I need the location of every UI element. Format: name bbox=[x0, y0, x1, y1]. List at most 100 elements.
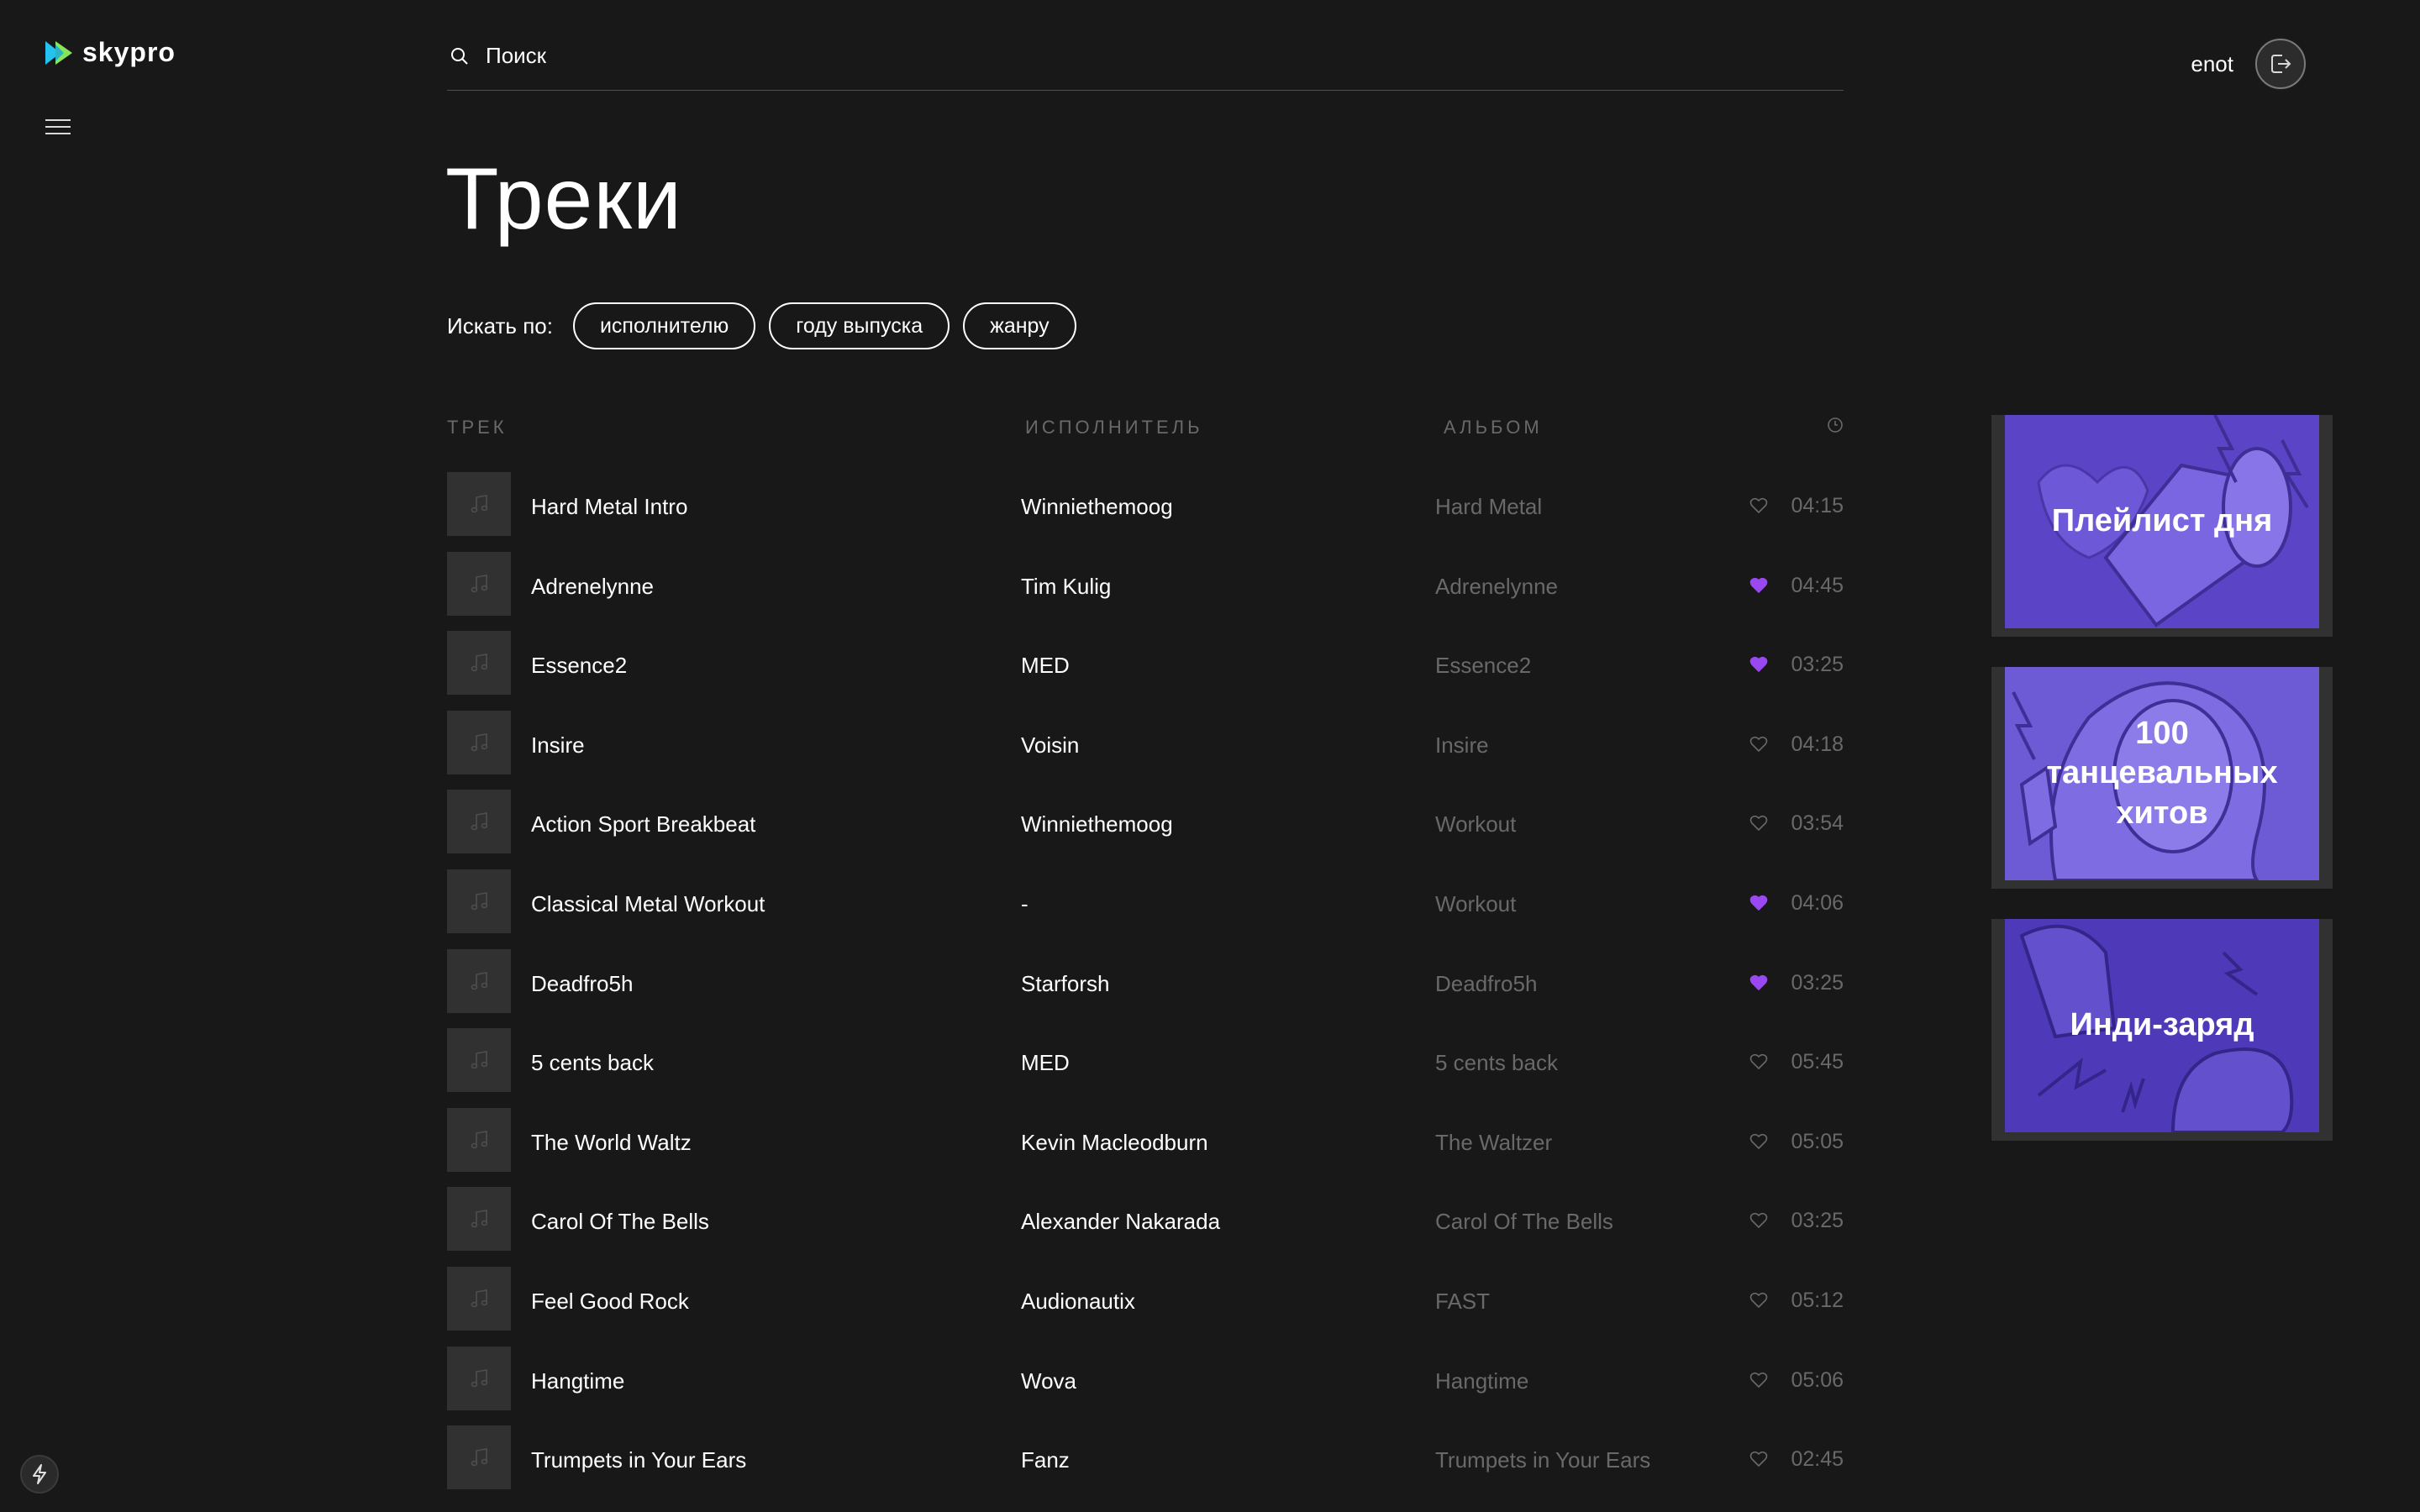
heart-icon[interactable] bbox=[1749, 736, 1768, 753]
track-artist[interactable]: Audionautix bbox=[1021, 1289, 1135, 1315]
filter-year-button[interactable]: году выпуска bbox=[769, 302, 950, 349]
track-duration: 02:45 bbox=[1791, 1447, 1844, 1472]
track-album[interactable]: Carol Of The Bells bbox=[1435, 1209, 1613, 1235]
track-row[interactable]: Carol Of The Bells Alexander Nakarada Caro… bbox=[447, 1180, 1844, 1260]
track-row[interactable]: Hangtime Wova Hangtime 05:06 bbox=[447, 1340, 1844, 1420]
track-album[interactable]: Essence2 bbox=[1435, 653, 1531, 679]
track-duration: 04:45 bbox=[1791, 573, 1844, 597]
track-artist[interactable]: Kevin Macleodburn bbox=[1021, 1130, 1208, 1156]
track-cover bbox=[447, 1266, 511, 1331]
track-album[interactable]: The Waltzer bbox=[1435, 1130, 1552, 1156]
track-row[interactable]: Deadfro5h Starforsh Deadfro5h 03:25 bbox=[447, 942, 1844, 1022]
music-note-icon bbox=[471, 1368, 488, 1387]
track-title[interactable]: Carol Of The Bells bbox=[531, 1209, 709, 1235]
bolt-button[interactable] bbox=[20, 1455, 59, 1494]
heart-filled-icon[interactable] bbox=[1749, 577, 1768, 594]
filter-genre-button[interactable]: жанру bbox=[963, 302, 1076, 349]
heart-icon[interactable] bbox=[1749, 815, 1768, 832]
heart-icon[interactable] bbox=[1749, 1292, 1768, 1309]
playlist-card-daily[interactable]: Плейлист дня bbox=[1991, 415, 2333, 637]
logo[interactable]: skypro bbox=[44, 37, 176, 68]
track-album[interactable]: Workout bbox=[1435, 811, 1516, 837]
track-title[interactable]: Trumpets in Your Ears bbox=[531, 1447, 746, 1473]
track-title[interactable]: Essence2 bbox=[531, 653, 627, 679]
playlist-title: Плейлист дня bbox=[2051, 503, 2273, 539]
user-name: enot bbox=[2191, 50, 2233, 76]
filter-artist-button[interactable]: исполнителю bbox=[572, 302, 756, 349]
track-title[interactable]: Deadfro5h bbox=[531, 971, 633, 997]
track-row[interactable]: Trumpets in Your Ears Fanz Trumpets in You… bbox=[447, 1419, 1844, 1499]
logout-button[interactable] bbox=[2255, 39, 2306, 89]
track-title[interactable]: Insire bbox=[531, 732, 585, 759]
track-cover bbox=[447, 869, 511, 933]
search-icon bbox=[451, 47, 468, 65]
track-album[interactable]: Trumpets in Your Ears bbox=[1435, 1447, 1650, 1473]
heart-icon[interactable] bbox=[1749, 1372, 1768, 1389]
track-artist[interactable]: Starforsh bbox=[1021, 971, 1110, 997]
search-input[interactable] bbox=[486, 43, 1746, 69]
track-row[interactable]: Classical Metal Workout - Workout 04:06 bbox=[447, 863, 1844, 942]
track-row[interactable]: The World Waltz Kevin Macleodburn The Walt… bbox=[447, 1101, 1844, 1181]
heart-icon[interactable] bbox=[1749, 1053, 1768, 1070]
track-artist[interactable]: Winniethemoog bbox=[1021, 811, 1173, 837]
track-row[interactable]: Feel Good Rock Audionautix FAST 05:12 bbox=[447, 1260, 1844, 1340]
track-album[interactable]: Workout bbox=[1435, 891, 1516, 917]
track-artist[interactable]: Voisin bbox=[1021, 732, 1079, 759]
track-cover bbox=[447, 551, 511, 616]
heart-icon[interactable] bbox=[1749, 1451, 1768, 1467]
heart-filled-icon[interactable] bbox=[1749, 974, 1768, 991]
track-row[interactable]: Insire Voisin Insire 04:18 bbox=[447, 704, 1844, 784]
playlist-card-dance-hits[interactable]: 100 танцевальных хитов bbox=[1991, 667, 2333, 889]
track-album[interactable]: FAST bbox=[1435, 1289, 1490, 1315]
heart-icon[interactable] bbox=[1749, 497, 1768, 514]
track-artist[interactable]: MED bbox=[1021, 1050, 1070, 1076]
track-duration: 05:06 bbox=[1791, 1368, 1844, 1392]
playlist-card-indie[interactable]: Инди-заряд bbox=[1991, 919, 2333, 1141]
track-list: Hard Metal Intro Winniethemoog Hard Metal 0… bbox=[447, 465, 1844, 1499]
track-album[interactable]: Adrenelynne bbox=[1435, 574, 1558, 600]
track-artist[interactable]: Alexander Nakarada bbox=[1021, 1209, 1220, 1235]
track-artist[interactable]: Winniethemoog bbox=[1021, 494, 1173, 520]
track-artist[interactable]: Fanz bbox=[1021, 1447, 1070, 1473]
menu-burger-icon[interactable] bbox=[45, 119, 71, 136]
track-album[interactable]: 5 cents back bbox=[1435, 1050, 1558, 1076]
track-row[interactable]: Hard Metal Intro Winniethemoog Hard Metal 0… bbox=[447, 465, 1844, 545]
track-duration: 05:05 bbox=[1791, 1129, 1844, 1153]
track-duration: 03:25 bbox=[1791, 1209, 1844, 1233]
track-artist[interactable]: Tim Kulig bbox=[1021, 574, 1111, 600]
track-row[interactable]: Adrenelynne Tim Kulig Adrenelynne 04:45 bbox=[447, 545, 1844, 625]
music-note-icon bbox=[471, 654, 488, 672]
track-title[interactable]: Hangtime bbox=[531, 1368, 624, 1394]
track-cover bbox=[447, 472, 511, 536]
table-header: ТРЕК ИСПОЛНИТЕЛЬ АЛЬБОМ bbox=[447, 413, 1844, 440]
track-album[interactable]: Insire bbox=[1435, 732, 1489, 759]
track-title[interactable]: 5 cents back bbox=[531, 1050, 654, 1076]
logo-text: skypro bbox=[82, 37, 176, 67]
track-title[interactable]: Classical Metal Workout bbox=[531, 891, 765, 917]
heart-icon[interactable] bbox=[1749, 1212, 1768, 1229]
track-duration: 03:54 bbox=[1791, 811, 1844, 836]
track-title[interactable]: The World Waltz bbox=[531, 1130, 692, 1156]
clock-icon bbox=[1828, 417, 1843, 433]
track-title[interactable]: Adrenelynne bbox=[531, 574, 654, 600]
track-title[interactable]: Action Sport Breakbeat bbox=[531, 811, 755, 837]
track-row[interactable]: 5 cents back MED 5 cents back 05:45 bbox=[447, 1021, 1844, 1101]
track-title[interactable]: Feel Good Rock bbox=[531, 1289, 689, 1315]
track-album[interactable]: Hangtime bbox=[1435, 1368, 1528, 1394]
track-artist[interactable]: MED bbox=[1021, 653, 1070, 679]
heart-filled-icon[interactable] bbox=[1749, 656, 1768, 673]
bolt-icon bbox=[33, 1464, 46, 1484]
heart-icon[interactable] bbox=[1749, 1133, 1768, 1150]
track-row[interactable]: Essence2 MED Essence2 03:25 bbox=[447, 624, 1844, 704]
track-title[interactable]: Hard Metal Intro bbox=[531, 494, 687, 520]
track-album[interactable]: Deadfro5h bbox=[1435, 971, 1537, 997]
track-duration: 04:06 bbox=[1791, 890, 1844, 915]
track-album[interactable]: Hard Metal bbox=[1435, 494, 1542, 520]
track-artist[interactable]: - bbox=[1021, 891, 1028, 917]
filter-label: Искать по: bbox=[447, 312, 553, 339]
track-row[interactable]: Action Sport Breakbeat Winniethemoog Worko… bbox=[447, 783, 1844, 863]
track-artist[interactable]: Wova bbox=[1021, 1368, 1076, 1394]
logo-play-icon bbox=[45, 40, 72, 65]
heart-filled-icon[interactable] bbox=[1749, 895, 1768, 911]
music-note-icon bbox=[471, 1130, 488, 1148]
